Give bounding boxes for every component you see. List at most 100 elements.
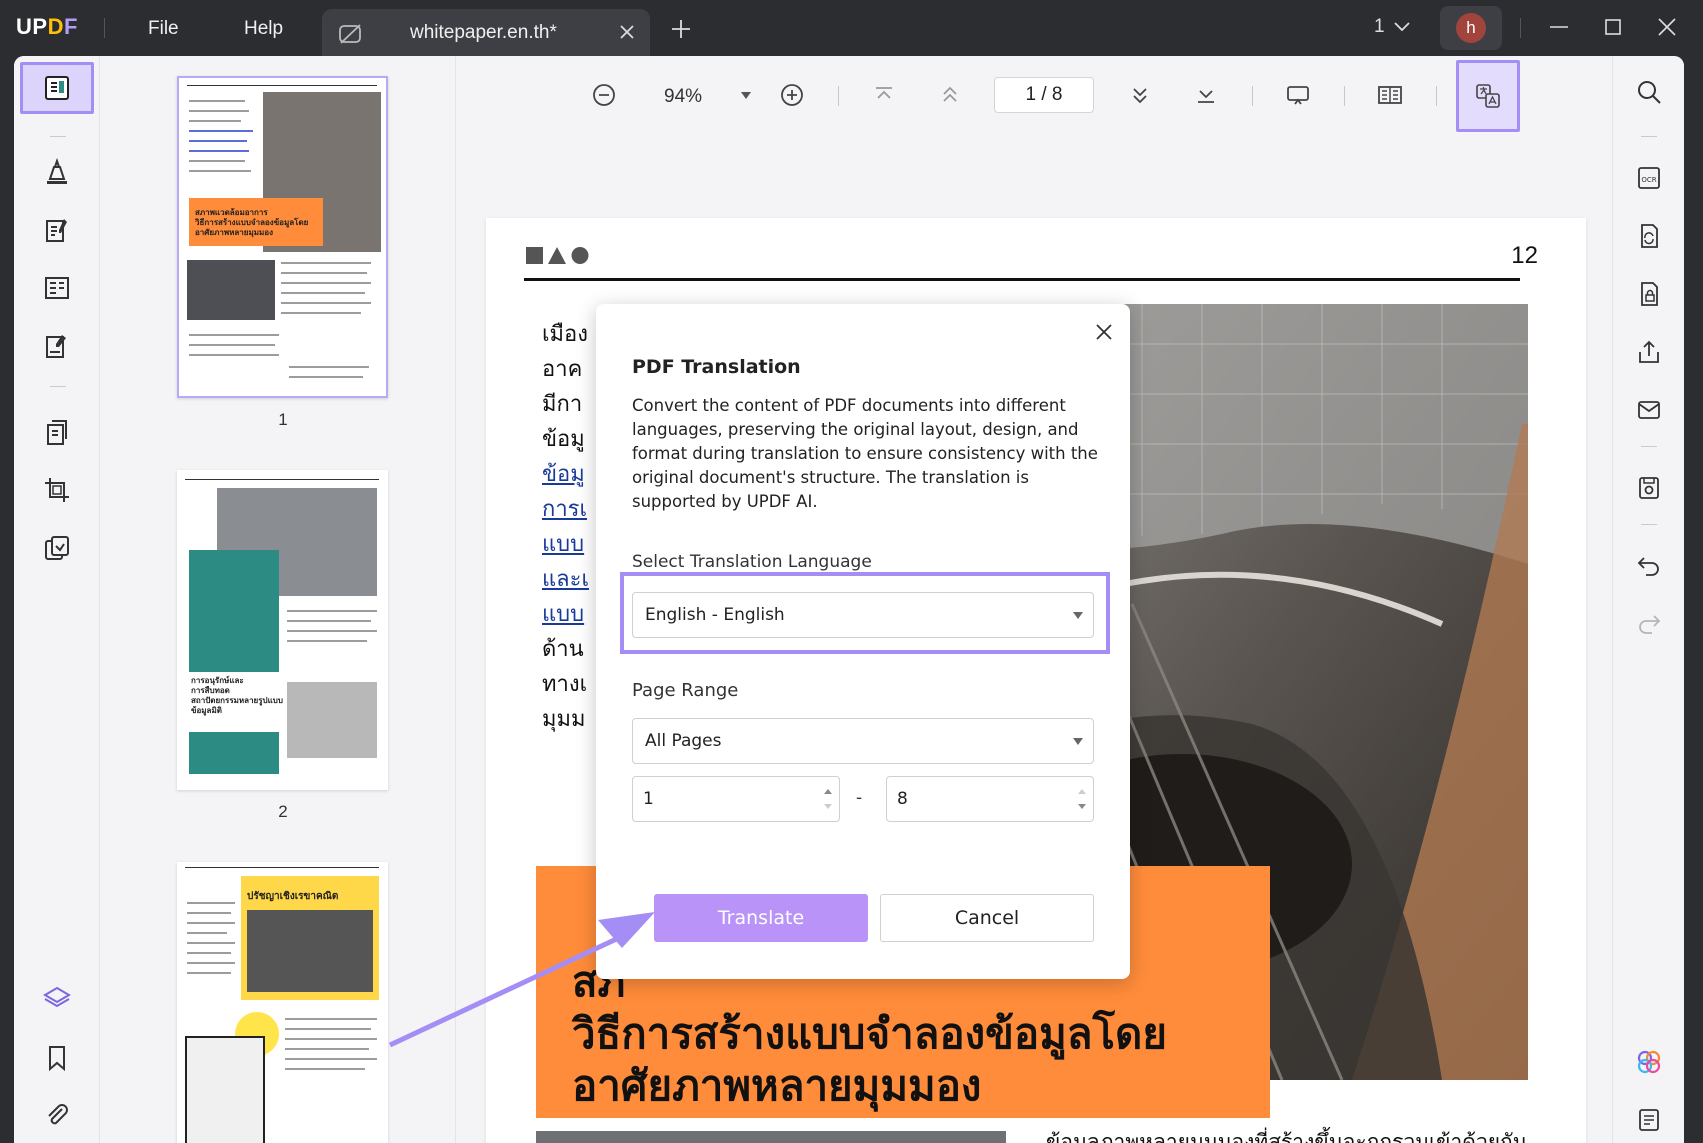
comments-panel-button[interactable] xyxy=(1631,1102,1667,1138)
thumb-text-line xyxy=(189,100,245,102)
close-window-icon[interactable] xyxy=(1656,16,1678,38)
body-text-line: ข้อมู xyxy=(542,426,585,451)
range-start-input[interactable]: 1 xyxy=(632,776,840,822)
edit-pdf-button[interactable] xyxy=(35,208,79,252)
search-button[interactable] xyxy=(1631,74,1667,110)
thumb-heading: สภาพแวดล้อมอาการ วิธีการสร้างแบบจำลองข้อ… xyxy=(195,208,309,237)
translate-button[interactable] xyxy=(1456,60,1520,132)
comment-tool-button[interactable] xyxy=(35,150,79,194)
left-toolbar xyxy=(14,56,100,1143)
double-chevron-up-icon xyxy=(943,86,957,102)
zoom-out-button[interactable] xyxy=(586,77,622,113)
save-button[interactable] xyxy=(1631,470,1667,506)
thumb-text-line xyxy=(189,140,247,142)
close-tab-icon[interactable] xyxy=(616,21,638,43)
thumb-text-line xyxy=(187,952,231,954)
convert-button[interactable] xyxy=(1631,218,1667,254)
pages-icon xyxy=(47,420,67,445)
thumb-text-line xyxy=(287,630,377,632)
language-value: English - English xyxy=(645,605,785,625)
first-page-button[interactable] xyxy=(866,77,902,113)
menu-file[interactable]: File xyxy=(148,18,179,40)
range-separator: - xyxy=(856,788,863,808)
account-button[interactable]: h xyxy=(1440,6,1502,50)
thumb-text-line xyxy=(187,932,227,934)
thumb-text-line xyxy=(189,344,275,346)
last-page-button[interactable] xyxy=(1188,77,1224,113)
edit-off-icon xyxy=(339,24,361,44)
minimize-icon[interactable] xyxy=(1548,16,1570,38)
body-text-line: ด้าน xyxy=(542,636,584,661)
attachment-button[interactable] xyxy=(35,1094,79,1138)
crop-icon xyxy=(45,478,69,502)
thumb-text-line xyxy=(281,292,365,294)
reader-mode-button[interactable] xyxy=(20,62,94,114)
toolbar-divider xyxy=(1641,136,1657,137)
save-icon xyxy=(1639,477,1659,499)
thumb-text-line xyxy=(187,902,235,904)
page-tools-button[interactable] xyxy=(35,526,79,570)
share-button[interactable] xyxy=(1631,334,1667,370)
menu-help[interactable]: Help xyxy=(244,18,283,40)
thumb-text-line xyxy=(189,334,279,336)
page-thumbnail-1[interactable]: สภาพแวดล้อมอาการ วิธีการสร้างแบบจำลองข้อ… xyxy=(177,76,388,398)
crop-tool-button[interactable] xyxy=(35,468,79,512)
fill-sign-button[interactable] xyxy=(35,324,79,368)
body-link-line[interactable]: แบบ xyxy=(542,596,584,631)
body-text-line: ทางเ xyxy=(542,671,588,696)
page-number-input[interactable]: 1 / 8 xyxy=(994,77,1094,113)
page-range-select[interactable]: All Pages xyxy=(632,718,1094,764)
bookmark-button[interactable] xyxy=(35,1036,79,1080)
stepper-icon[interactable] xyxy=(823,785,833,813)
window-count[interactable]: 1 xyxy=(1374,16,1385,38)
thumb-text-line xyxy=(285,1018,377,1020)
close-icon[interactable] xyxy=(1092,320,1116,344)
organize-pages-button[interactable] xyxy=(35,410,79,454)
protect-button[interactable] xyxy=(1631,276,1667,312)
body-link-line[interactable]: การเ xyxy=(542,491,587,526)
two-page-icon xyxy=(1378,86,1402,104)
body-text-line: มุมม xyxy=(542,706,586,731)
next-page-button[interactable] xyxy=(1122,77,1158,113)
document-tab[interactable]: whitepaper.en.th* xyxy=(322,9,650,56)
stepper-icon[interactable] xyxy=(1077,785,1087,813)
thumb-rule xyxy=(185,867,379,868)
form-tool-button[interactable] xyxy=(35,266,79,310)
redo-button[interactable] xyxy=(1631,606,1667,642)
updf-ai-button[interactable] xyxy=(1631,1044,1667,1080)
zoom-out-icon xyxy=(593,84,615,106)
undo-button[interactable] xyxy=(1631,548,1667,584)
body-link-line[interactable]: ข้อมู xyxy=(542,456,585,491)
reader-icon xyxy=(45,76,69,100)
cancel-button[interactable]: Cancel xyxy=(880,894,1094,942)
presentation-button[interactable] xyxy=(1280,77,1316,113)
zoom-dropdown-caret[interactable] xyxy=(741,92,751,99)
language-select[interactable]: English - English xyxy=(632,592,1094,638)
layers-button[interactable] xyxy=(35,976,79,1020)
email-button[interactable] xyxy=(1631,392,1667,428)
range-end-input[interactable]: 8 xyxy=(886,776,1094,822)
new-tab-icon[interactable] xyxy=(670,18,692,40)
chevron-down-icon[interactable] xyxy=(1392,20,1412,34)
body-link-line[interactable]: แบบ xyxy=(542,526,584,561)
pdf-translation-dialog: PDF Translation Convert the content of P… xyxy=(596,304,1130,979)
body-link-line[interactable]: และเ xyxy=(542,561,589,596)
page-layout-button[interactable] xyxy=(1372,77,1408,113)
edit-document-icon xyxy=(46,219,67,242)
maximize-icon[interactable] xyxy=(1602,16,1624,38)
svg-text:OCR: OCR xyxy=(1641,176,1656,184)
zoom-in-button[interactable] xyxy=(774,77,810,113)
header-shapes-icon xyxy=(526,247,589,264)
range-start-value: 1 xyxy=(643,789,654,809)
translate-button[interactable]: Translate xyxy=(654,894,868,942)
zoom-level[interactable]: 94% xyxy=(664,86,702,108)
highlighter-icon xyxy=(47,157,67,184)
previous-page-button[interactable] xyxy=(932,77,968,113)
page-thumbnail-2[interactable]: การอนุรักษ์และ การสืบทอด สถาปัตยกรรมหลาย… xyxy=(177,470,388,790)
avatar: h xyxy=(1456,13,1486,43)
ocr-button[interactable]: OCR xyxy=(1631,160,1667,196)
search-icon xyxy=(1638,81,1661,104)
page-thumbnail-3[interactable]: ปรัชญาเชิงเรขาคณิต xyxy=(177,862,388,1143)
thumb-text-line xyxy=(189,110,249,112)
title-divider xyxy=(104,18,105,38)
